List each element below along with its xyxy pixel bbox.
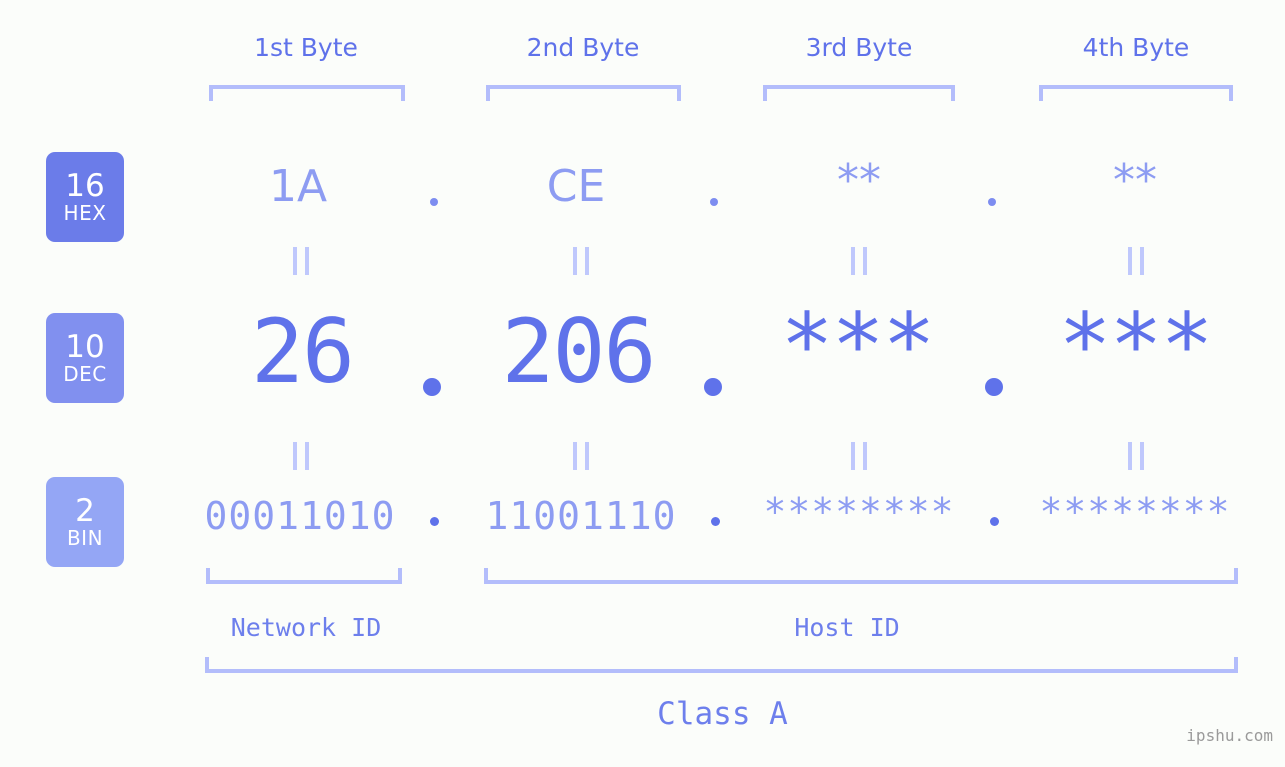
hex-separator-dot-1	[430, 198, 438, 206]
bin-byte-2-value: 11001110	[485, 494, 677, 538]
dec-byte-1-value: 26	[251, 300, 355, 403]
radix-badge-hex: 16 HEX	[46, 152, 124, 242]
byte-bracket-top-2	[486, 85, 681, 101]
radix-badge-dec: 10 DEC	[46, 313, 124, 403]
dec-byte-4-value: ***	[1058, 294, 1214, 397]
radix-badge-dec-label: DEC	[63, 362, 107, 386]
dec-byte-2-value: 206	[501, 300, 657, 403]
dec-separator-dot-3	[985, 378, 1003, 396]
network-id-label: Network ID	[230, 613, 382, 642]
radix-badge-hex-number: 16	[65, 168, 105, 204]
bin-separator-dot-2	[711, 517, 720, 526]
byte-bracket-top-1	[209, 85, 405, 101]
hex-byte-3-value: **	[837, 155, 881, 206]
network-id-bracket	[206, 568, 402, 584]
byte-bracket-top-4	[1039, 85, 1233, 101]
radix-badge-bin: 2 BIN	[46, 477, 124, 567]
site-watermark: ipshu.com	[1186, 726, 1273, 745]
equals-mark-hex-dec-3	[851, 247, 867, 275]
equals-mark-dec-bin-3	[851, 442, 867, 470]
radix-badge-dec-number: 10	[65, 329, 105, 365]
radix-badge-bin-label: BIN	[66, 526, 104, 550]
bin-byte-1-value: 00011010	[204, 494, 396, 538]
hex-byte-4-value: **	[1113, 155, 1157, 206]
byte-bracket-top-3	[763, 85, 955, 101]
hex-separator-dot-2	[710, 198, 718, 206]
byte-header-3: 3rd Byte	[805, 33, 913, 62]
bin-separator-dot-1	[430, 517, 439, 526]
radix-badge-bin-number: 2	[75, 493, 95, 529]
equals-mark-dec-bin-4	[1128, 442, 1144, 470]
class-bracket	[205, 657, 1238, 673]
equals-mark-hex-dec-4	[1128, 247, 1144, 275]
host-id-label: Host ID	[794, 613, 900, 642]
bin-byte-3-value: ********	[763, 490, 955, 534]
radix-badge-hex-label: HEX	[63, 201, 107, 225]
byte-header-4: 4th Byte	[1082, 33, 1190, 62]
host-id-bracket	[484, 568, 1238, 584]
equals-mark-dec-bin-1	[293, 442, 309, 470]
ip-address-breakdown-diagram: 1st Byte 2nd Byte 3rd Byte 4th Byte 16 H…	[0, 0, 1285, 767]
hex-byte-1-value: 1A	[268, 161, 328, 212]
bin-separator-dot-3	[990, 517, 999, 526]
bin-byte-4-value: ********	[1039, 490, 1231, 534]
ip-class-label: Class A	[657, 696, 788, 732]
byte-header-1: 1st Byte	[254, 33, 358, 62]
equals-mark-hex-dec-1	[293, 247, 309, 275]
byte-header-2: 2nd Byte	[526, 33, 640, 62]
hex-separator-dot-3	[988, 198, 996, 206]
dec-byte-3-value: ***	[780, 294, 936, 397]
hex-byte-2-value: CE	[546, 161, 606, 212]
dec-separator-dot-2	[704, 378, 722, 396]
equals-mark-dec-bin-2	[573, 442, 589, 470]
equals-mark-hex-dec-2	[573, 247, 589, 275]
dec-separator-dot-1	[423, 378, 441, 396]
